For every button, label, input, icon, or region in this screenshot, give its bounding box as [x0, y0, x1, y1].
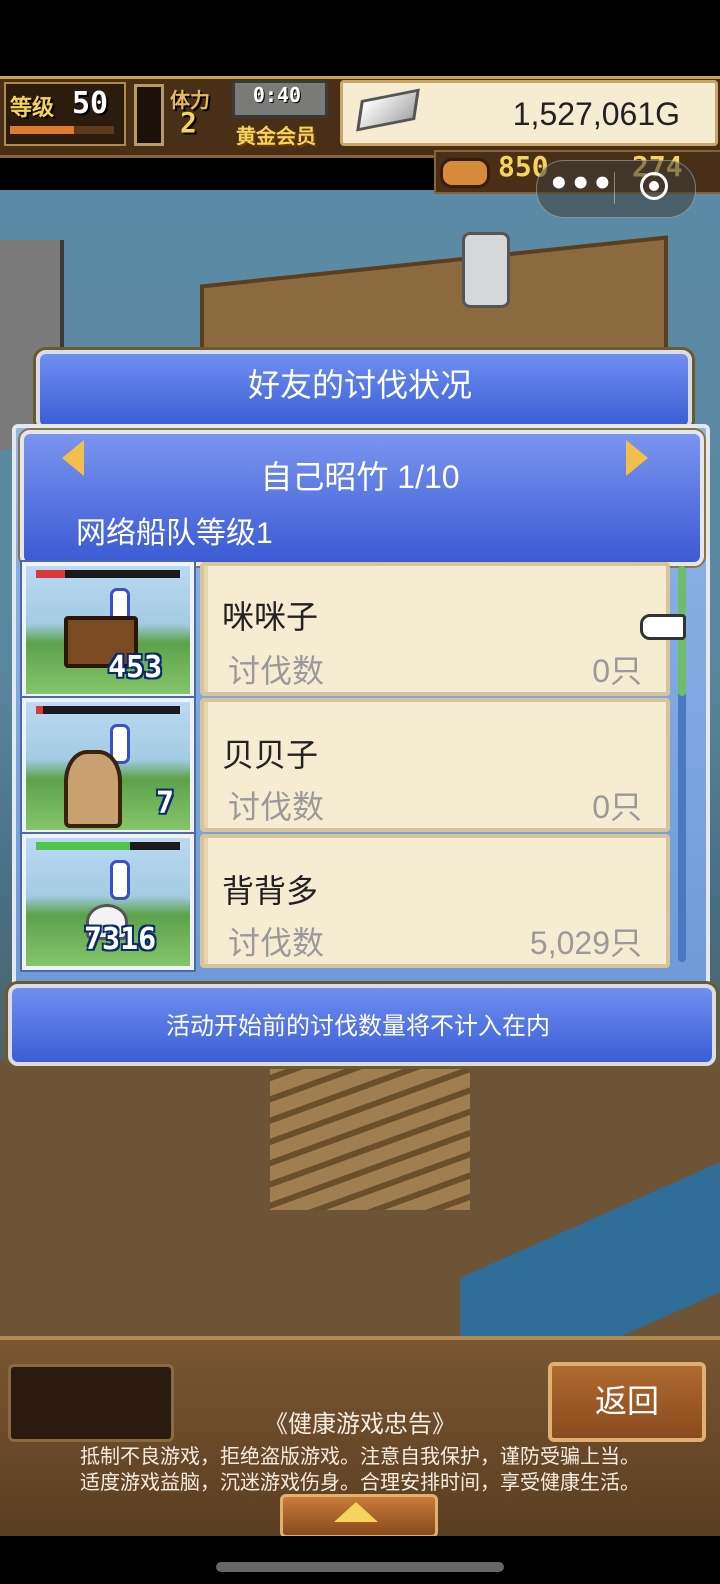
- monster-name: 背背多: [222, 873, 319, 909]
- level-progress-fill: [10, 126, 74, 134]
- previous-friend-arrow-icon[interactable]: [62, 440, 84, 476]
- close-miniprogram-icon-dot: [649, 181, 659, 191]
- hunt-count-value: 0只: [592, 653, 642, 689]
- capsule-divider: [614, 172, 615, 204]
- health-notice-line: 适度游戏益脑，沉迷游戏伤身。合理安排时间，享受健康生活。: [80, 1472, 640, 1494]
- event-notice: 活动开始前的讨伐数量将不计入在内: [166, 1013, 550, 1040]
- lamp-post: [462, 232, 510, 308]
- pointer-hand-icon: [640, 614, 686, 640]
- fleet-level: 网络船队等级1: [76, 517, 273, 550]
- hunt-count-label: 讨伐数: [228, 653, 325, 689]
- monster-hp-fill: [36, 706, 43, 714]
- next-friend-arrow-icon[interactable]: [626, 440, 648, 476]
- monster-name: 贝贝子: [222, 737, 319, 773]
- stamina-timer: 0:40: [252, 83, 302, 107]
- stamina-gauge: [134, 84, 164, 146]
- hunt-count-value: 0只: [592, 789, 642, 825]
- hermit-crab-monster-icon: [64, 750, 122, 828]
- fish-icon: [440, 158, 490, 188]
- more-options-icon[interactable]: •••: [548, 162, 613, 214]
- monster-count: 7316: [84, 922, 157, 957]
- monster-hp-fill: [36, 570, 65, 578]
- health-notice-title: 《健康游戏忠告》: [264, 1411, 456, 1438]
- monster-hp-track: [36, 706, 180, 714]
- level-value: 50: [72, 86, 109, 121]
- dialog-title: 好友的讨伐状况: [247, 367, 472, 403]
- home-indicator[interactable]: [216, 1562, 504, 1572]
- monster-count: 7: [156, 786, 175, 821]
- deck-stairs: [270, 1060, 470, 1210]
- level-label: 等级: [10, 96, 55, 121]
- system-bottom-area: [0, 1536, 720, 1584]
- stamina-value: 2: [180, 106, 197, 139]
- up-arrow-icon: [334, 1502, 378, 1522]
- hunt-count-label: 讨伐数: [228, 789, 325, 825]
- alert-exclamation-icon: [110, 860, 130, 900]
- health-notice-line: 抵制不良游戏，拒绝盗版游戏。注意自我保护，谨防受骗上当。: [80, 1446, 640, 1468]
- hunt-count-label: 讨伐数: [228, 925, 325, 961]
- monster-name: 咪咪子: [222, 599, 319, 635]
- friend-name: 自己昭竹 1/10: [260, 459, 460, 495]
- vip-badge[interactable]: 黄金会员: [236, 120, 316, 149]
- monster-count: 453: [108, 650, 163, 685]
- hunt-count-value: 5,029只: [529, 925, 642, 961]
- monster-hp-fill: [36, 842, 130, 850]
- gold-amount: 1,527,061G: [512, 96, 680, 132]
